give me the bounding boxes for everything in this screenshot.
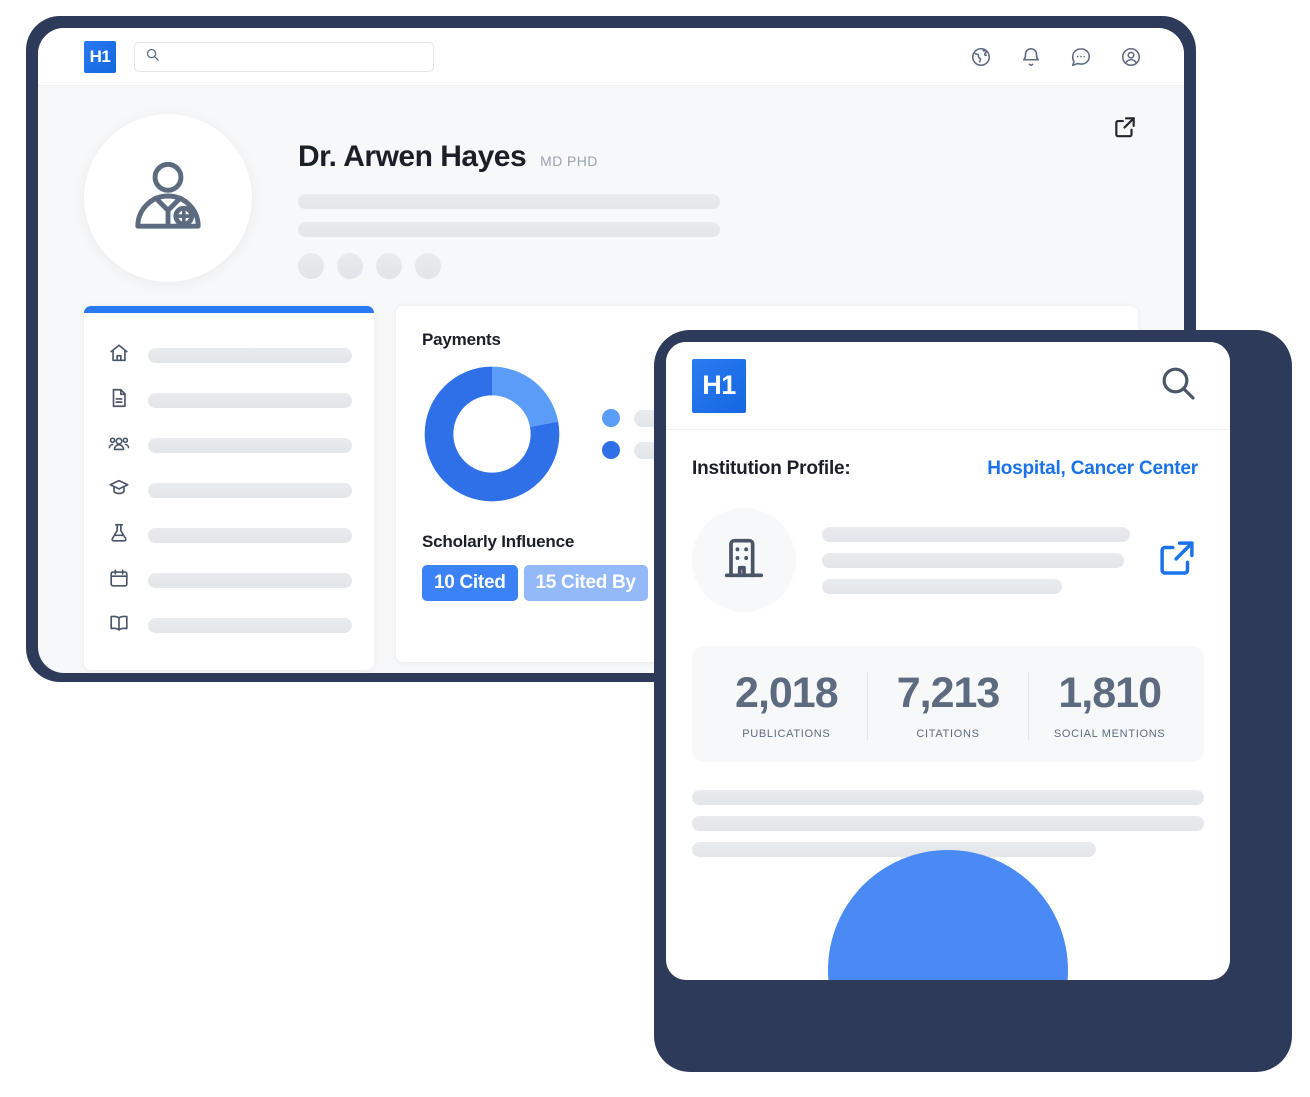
h1-logo[interactable]: H1: [692, 358, 746, 413]
decorative-blue-arc: [828, 850, 1068, 980]
organization-avatar: [692, 508, 796, 612]
external-link-icon[interactable]: [1156, 537, 1198, 584]
organization-placeholder-bars: [822, 526, 1130, 594]
organization-row: [666, 480, 1230, 612]
placeholder-bar: [822, 578, 1063, 594]
placeholder-bar: [692, 842, 1097, 857]
sidebar-item-education[interactable]: [84, 468, 374, 513]
legend-swatch: [602, 409, 620, 427]
placeholder-bar: [298, 222, 720, 237]
people-icon: [108, 432, 130, 459]
sidebar-item-research[interactable]: [84, 513, 374, 558]
placeholder-dot: [337, 253, 363, 279]
degrees-label: MD PHD: [540, 153, 598, 169]
calendar-icon: [108, 567, 130, 594]
search-field[interactable]: [134, 41, 434, 72]
flask-icon: [108, 522, 130, 549]
institution-label: Institution Profile:: [692, 458, 851, 479]
globe-icon[interactable]: [970, 46, 992, 68]
search-icon[interactable]: [1158, 363, 1198, 408]
external-link-icon[interactable]: [1112, 114, 1138, 145]
placeholder-bar: [298, 194, 720, 209]
placeholder-bar: [692, 790, 1204, 805]
bell-icon[interactable]: [1020, 46, 1042, 68]
sidebar-item-people[interactable]: [84, 423, 374, 468]
placeholder-dot-row: [298, 253, 1138, 279]
sidebar-item-label: [148, 438, 352, 453]
sidebar: [84, 306, 374, 670]
account-icon[interactable]: [1120, 46, 1142, 68]
document-icon: [108, 387, 130, 414]
name-row: Dr. Arwen Hayes MD PHD: [298, 140, 1138, 174]
sidebar-item-label: [148, 618, 352, 633]
placeholder-bar: [692, 816, 1204, 831]
chat-icon[interactable]: [1070, 46, 1092, 68]
stat-social-mentions: 1,810 SOCIAL MENTIONS: [1028, 672, 1190, 740]
stat-publications: 2,018 PUBLICATIONS: [706, 669, 867, 741]
stat-value: 2,018: [735, 669, 839, 717]
sidebar-item-home[interactable]: [84, 333, 374, 378]
institution-profile-card: H1 Institution Profile: Hospital, Cancer…: [666, 342, 1230, 980]
doctor-avatar-icon: [122, 150, 214, 247]
book-icon: [108, 612, 130, 639]
page-title: Dr. Arwen Hayes: [298, 140, 527, 173]
stat-label: PUBLICATIONS: [742, 728, 831, 740]
status-badge-cited-by[interactable]: 15 Cited By: [523, 565, 648, 601]
sidebar-item-documents[interactable]: [84, 378, 374, 423]
stat-value: 7,213: [896, 669, 1001, 717]
sidebar-item-label: [148, 528, 352, 543]
institution-value-link[interactable]: Hospital, Cancer Center: [987, 458, 1198, 480]
avatar: [84, 114, 252, 282]
institution-row: Institution Profile: Hospital, Cancer Ce…: [666, 430, 1230, 480]
topbar-icon-group: [970, 46, 1142, 68]
status-badge-cited[interactable]: 10 Cited: [422, 565, 518, 601]
stats-panel: 2,018 PUBLICATIONS 7,213 CITATIONS 1,810…: [692, 646, 1204, 762]
search-icon: [145, 47, 160, 67]
placeholder-dot: [376, 253, 402, 279]
legend-swatch: [602, 441, 620, 459]
sidebar-item-label: [148, 393, 352, 408]
sidebar-item-label: [148, 573, 352, 588]
stat-label: SOCIAL MENTIONS: [1053, 728, 1166, 740]
stat-value: 1,810: [1058, 669, 1162, 717]
profile-header: Dr. Arwen Hayes MD PHD: [38, 86, 1184, 282]
placeholder-bar: [822, 526, 1130, 542]
profile-info: Dr. Arwen Hayes MD PHD: [298, 114, 1138, 282]
sidebar-item-label: [148, 348, 352, 363]
mobile-topbar: H1: [666, 342, 1230, 430]
sidebar-list: [84, 313, 374, 648]
desktop-topbar: H1: [38, 28, 1184, 86]
sidebar-item-calendar[interactable]: [84, 558, 374, 603]
building-icon: [718, 532, 770, 589]
placeholder-dot: [298, 253, 324, 279]
sidebar-accent-bar: [84, 306, 374, 313]
placeholder-bar: [822, 552, 1124, 568]
stat-label: CITATIONS: [916, 728, 980, 740]
stat-citations: 7,213 CITATIONS: [866, 669, 1029, 740]
bottom-placeholder-bars: [692, 790, 1204, 857]
sidebar-item-publications[interactable]: [84, 603, 374, 648]
h1-logo[interactable]: H1: [84, 40, 116, 73]
home-icon: [108, 342, 130, 369]
sidebar-item-label: [148, 483, 352, 498]
search-input[interactable]: [168, 49, 423, 64]
placeholder-dot: [415, 253, 441, 279]
graduation-cap-icon: [108, 477, 130, 504]
payments-donut-chart: [424, 366, 560, 502]
